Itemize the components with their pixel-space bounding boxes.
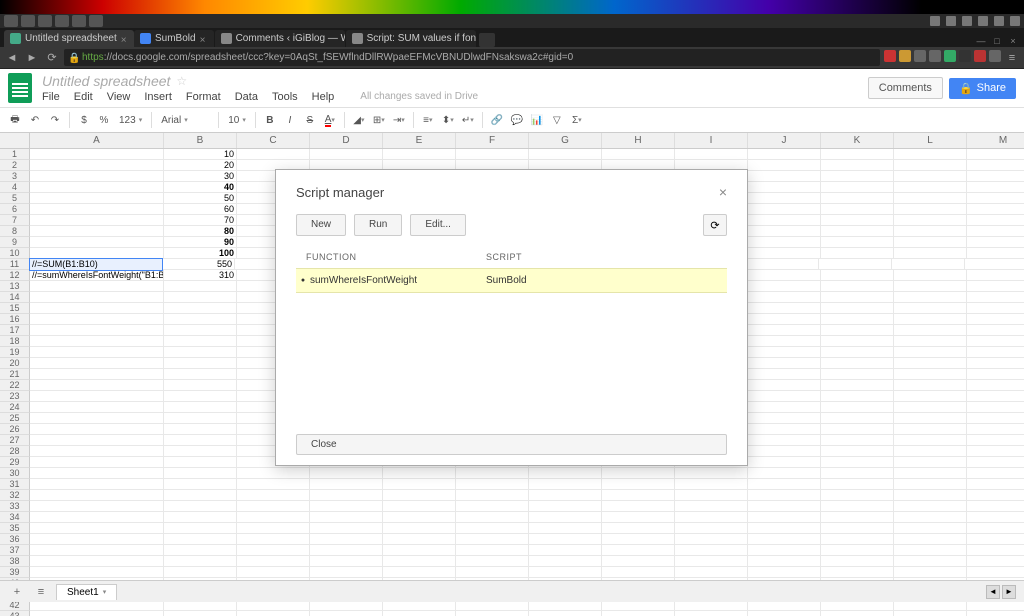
cell[interactable] xyxy=(237,611,310,616)
cell[interactable] xyxy=(383,611,456,616)
edit-script-button[interactable]: Edit... xyxy=(410,214,466,236)
cell[interactable] xyxy=(602,611,675,616)
script-table-row[interactable]: ● sumWhereIsFontWeight SumBold xyxy=(296,268,727,293)
new-script-button[interactable]: New xyxy=(296,214,346,236)
cell[interactable] xyxy=(456,611,529,616)
row-script-name: SumBold xyxy=(486,275,727,286)
script-manager-dialog: Script manager × New Run Edit... ⟳ FUNCT… xyxy=(275,169,748,466)
cell[interactable] xyxy=(748,611,821,616)
dialog-close-button[interactable]: × xyxy=(719,184,727,200)
cell[interactable] xyxy=(894,611,967,616)
dialog-title: Script manager xyxy=(296,185,384,200)
modal-overlay: Script manager × New Run Edit... ⟳ FUNCT… xyxy=(0,0,1024,602)
cell[interactable] xyxy=(821,611,894,616)
row-header[interactable]: 43 xyxy=(0,611,30,616)
cell[interactable]: //=SUM(B1:B10) xyxy=(29,258,163,271)
cell[interactable] xyxy=(30,611,164,616)
cell[interactable] xyxy=(310,611,383,616)
cell[interactable] xyxy=(967,611,1024,616)
run-script-button[interactable]: Run xyxy=(354,214,402,236)
script-table-header: FUNCTION SCRIPT xyxy=(276,246,747,268)
close-dialog-button[interactable]: Close xyxy=(296,434,727,455)
cell[interactable] xyxy=(675,611,748,616)
cell[interactable] xyxy=(164,611,237,616)
row-bullet-icon: ● xyxy=(296,277,310,284)
refresh-button[interactable]: ⟳ xyxy=(703,214,727,236)
column-header-function: FUNCTION xyxy=(296,252,486,262)
row-function-name: sumWhereIsFontWeight xyxy=(310,275,486,286)
column-header-script: SCRIPT xyxy=(486,252,727,262)
cell[interactable] xyxy=(529,611,602,616)
